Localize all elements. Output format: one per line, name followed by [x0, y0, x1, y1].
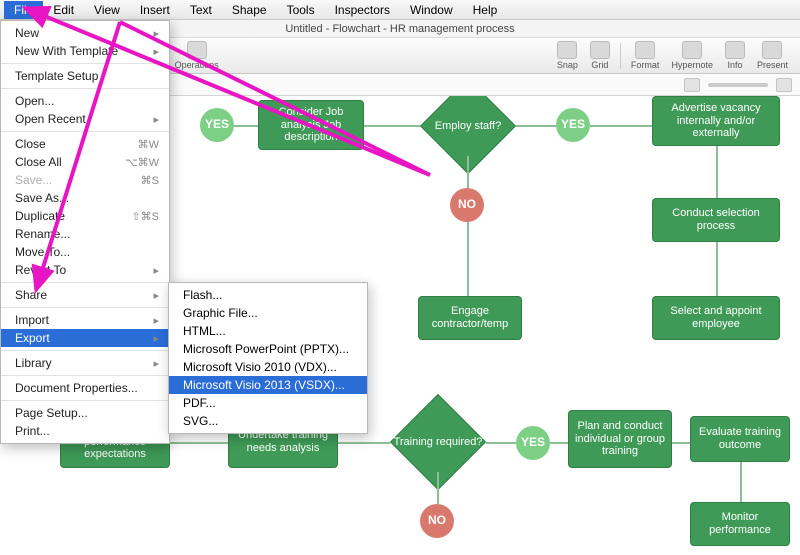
tool-info[interactable]: Info	[719, 41, 751, 70]
menu-window[interactable]: Window	[400, 1, 463, 19]
zoom-in-icon[interactable]	[776, 78, 792, 92]
menu-edit[interactable]: Edit	[43, 1, 84, 19]
node-employ-staff[interactable]: Employ staff?	[420, 96, 516, 156]
node-no-1[interactable]: NO	[450, 188, 484, 222]
node-consider[interactable]: Consider Job analysis Job description	[258, 100, 364, 150]
menu-help[interactable]: Help	[463, 1, 508, 19]
file-menu-item-close-all[interactable]: Close All⌥⌘W	[1, 153, 169, 171]
zoom-slider[interactable]	[708, 83, 768, 87]
file-menu-item-revert-to[interactable]: Revert To▸	[1, 261, 169, 279]
file-menu-item-save-as[interactable]: Save As...	[1, 189, 169, 207]
export-item-microsoft-powerpoint-pptx[interactable]: Microsoft PowerPoint (PPTX)...	[169, 340, 367, 358]
file-menu-item-share[interactable]: Share▸	[1, 286, 169, 304]
file-menu-item-duplicate[interactable]: Duplicate⇧⌘S	[1, 207, 169, 225]
file-menu-item-print[interactable]: Print...	[1, 422, 169, 440]
export-item-svg[interactable]: SVG...	[169, 412, 367, 430]
node-plan-conduct[interactable]: Plan and conduct individual or group tra…	[568, 410, 672, 468]
file-menu-item-close[interactable]: Close⌘W	[1, 135, 169, 153]
tool-snap[interactable]: Snap	[551, 41, 584, 70]
zoom-out-icon[interactable]	[684, 78, 700, 92]
file-menu-item-template-setup[interactable]: Template Setup	[1, 67, 169, 85]
file-menu-item-new[interactable]: New▸	[1, 24, 169, 42]
export-submenu: Flash...Graphic File...HTML...Microsoft …	[168, 282, 368, 434]
export-item-microsoft-visio-2013-vsdx[interactable]: Microsoft Visio 2013 (VSDX)...	[169, 376, 367, 394]
file-menu-item-new-with-template[interactable]: New With Template▸	[1, 42, 169, 60]
export-item-microsoft-visio-2010-vdx[interactable]: Microsoft Visio 2010 (VDX)...	[169, 358, 367, 376]
file-menu-item-move-to[interactable]: Move To...	[1, 243, 169, 261]
tool-grid[interactable]: Grid	[584, 41, 616, 70]
file-menu-item-library[interactable]: Library▸	[1, 354, 169, 372]
file-menu-item-rename[interactable]: Rename...	[1, 225, 169, 243]
tool-hypernote[interactable]: Hypernote	[665, 41, 719, 70]
tool-format[interactable]: Format	[625, 41, 666, 70]
menu-text[interactable]: Text	[180, 1, 222, 19]
export-item-flash[interactable]: Flash...	[169, 286, 367, 304]
file-menu-item-page-setup[interactable]: Page Setup...	[1, 404, 169, 422]
node-select-appoint[interactable]: Select and appoint employee	[652, 296, 780, 340]
file-menu-item-open-recent[interactable]: Open Recent▸	[1, 110, 169, 128]
node-advertise[interactable]: Advertise vacancy internally and/or exte…	[652, 96, 780, 146]
file-menu-item-document-properties[interactable]: Document Properties...	[1, 379, 169, 397]
node-yes-2[interactable]: YES	[556, 108, 590, 142]
export-item-html[interactable]: HTML...	[169, 322, 367, 340]
node-monitor[interactable]: Monitor performance	[690, 502, 790, 546]
menu-view[interactable]: View	[84, 1, 130, 19]
node-yes-3[interactable]: YES	[516, 426, 550, 460]
menu-insert[interactable]: Insert	[130, 1, 180, 19]
menu-bar: File Edit View Insert Text Shape Tools I…	[0, 0, 800, 20]
menu-shape[interactable]: Shape	[222, 1, 277, 19]
tool-present[interactable]: Present	[751, 41, 794, 70]
menu-inspectors[interactable]: Inspectors	[325, 1, 400, 19]
node-no-2[interactable]: NO	[420, 504, 454, 538]
file-menu-item-import[interactable]: Import▸	[1, 311, 169, 329]
node-evaluate[interactable]: Evaluate training outcome	[690, 416, 790, 462]
file-menu-item-save: Save...⌘S	[1, 171, 169, 189]
menu-file[interactable]: File	[4, 1, 43, 19]
node-yes-1[interactable]: YES	[200, 108, 234, 142]
export-item-pdf[interactable]: PDF...	[169, 394, 367, 412]
node-training-required[interactable]: Training required?	[390, 412, 486, 472]
node-conduct-selection[interactable]: Conduct selection process	[652, 198, 780, 242]
export-item-graphic-file[interactable]: Graphic File...	[169, 304, 367, 322]
file-menu-item-export[interactable]: Export▸	[1, 329, 169, 347]
file-menu-item-open[interactable]: Open...	[1, 92, 169, 110]
tool-operations[interactable]: Operations	[169, 41, 225, 70]
menu-tools[interactable]: Tools	[277, 1, 325, 19]
file-menu-dropdown: New▸New With Template▸ Template Setup Open…	[0, 20, 170, 444]
node-engage[interactable]: Engage contractor/temp	[418, 296, 522, 340]
